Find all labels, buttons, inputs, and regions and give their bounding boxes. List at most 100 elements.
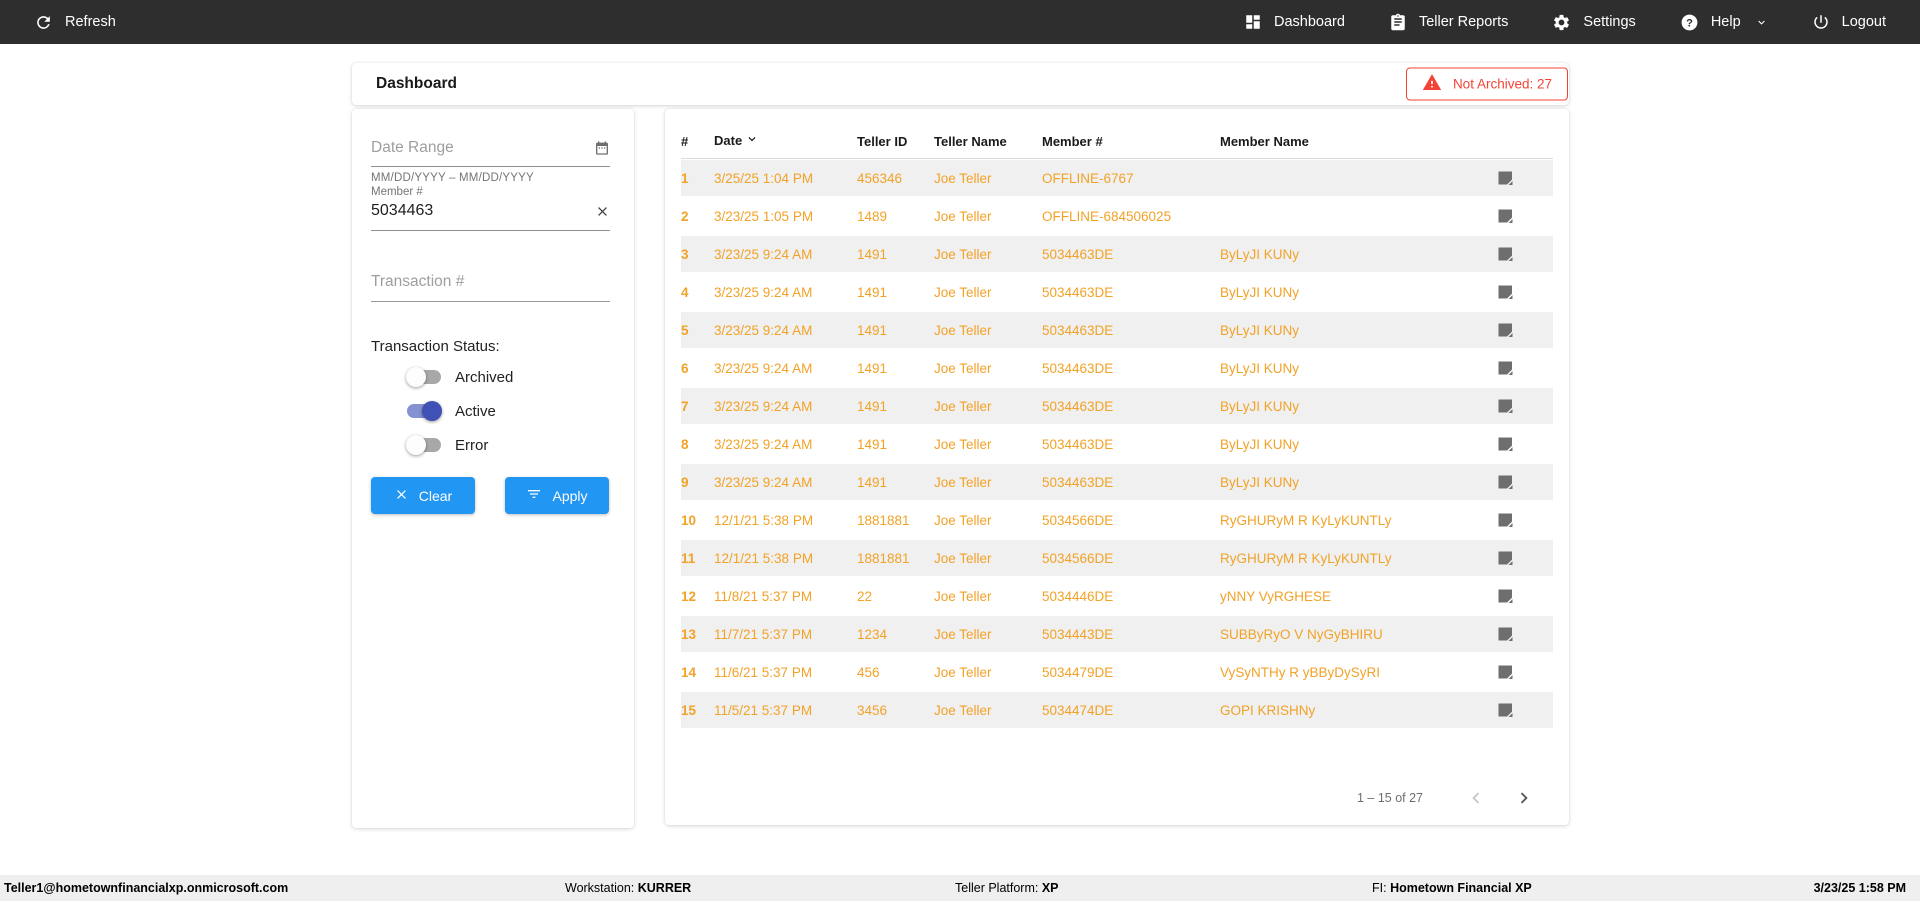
results-table-card: # Date Teller ID Teller Name Member # Me… xyxy=(665,109,1569,825)
table-row[interactable]: 3 3/23/25 9:24 AM 1491 Joe Teller 5034463DE B… xyxy=(681,235,1553,273)
chevron-down-icon xyxy=(1755,16,1768,29)
date-range-input[interactable] xyxy=(371,139,594,157)
table-row[interactable]: 6 3/23/25 9:24 AM 1491 Joe Teller 5034463DE B… xyxy=(681,349,1553,387)
cell-tid: 1491 xyxy=(857,246,888,262)
table-row[interactable]: 10 12/1/21 5:38 PM 1881881 Joe Teller 503456… xyxy=(681,501,1553,539)
note-icon[interactable] xyxy=(1497,474,1514,491)
table-row[interactable]: 2 3/23/25 1:05 PM 1489 Joe Teller OFFLINE-68… xyxy=(681,197,1553,235)
refresh-label: Refresh xyxy=(65,14,116,30)
refresh-button[interactable]: Refresh xyxy=(34,13,116,32)
note-icon[interactable] xyxy=(1497,664,1514,681)
cell-date: 11/8/21 5:37 PM xyxy=(714,588,813,604)
table-row[interactable]: 11 12/1/21 5:38 PM 1881881 Joe Teller 503456… xyxy=(681,539,1553,577)
table-row[interactable]: 5 3/23/25 9:24 AM 1491 Joe Teller 5034463DE B… xyxy=(681,311,1553,349)
date-range-field xyxy=(371,139,610,167)
table-row[interactable]: 1 3/25/25 1:04 PM 456346 Joe Teller OFFLINE-… xyxy=(681,159,1553,197)
table-row[interactable]: 8 3/23/25 9:24 AM 1491 Joe Teller 5034463DE B… xyxy=(681,425,1553,463)
status-timestamp: 3/23/25 1:58 PM xyxy=(1813,881,1906,895)
archived-switch[interactable] xyxy=(406,367,441,387)
gear-icon xyxy=(1552,13,1571,32)
note-icon[interactable] xyxy=(1497,170,1514,187)
col-header-date[interactable]: Date xyxy=(714,132,857,149)
help-icon: ? xyxy=(1680,13,1699,32)
cell-tid: 456 xyxy=(857,664,880,680)
cell-mname: ByLyJI KUNy xyxy=(1220,322,1300,338)
clear-member-icon[interactable] xyxy=(595,204,610,219)
filter-icon xyxy=(526,486,542,505)
error-switch[interactable] xyxy=(406,435,441,455)
table-row[interactable]: 13 11/7/21 5:37 PM 1234 Joe Teller 5034443DE… xyxy=(681,615,1553,653)
table-row[interactable]: 4 3/23/25 9:24 AM 1491 Joe Teller 5034463DE B… xyxy=(681,273,1553,311)
table-row[interactable]: 15 11/5/21 5:37 PM 3456 Joe Teller 5034474DE… xyxy=(681,691,1553,729)
table-row[interactable]: 12 11/8/21 5:37 PM 22 Joe Teller 5034446DE yN… xyxy=(681,577,1553,615)
cell-mname: SUBByRyO V NyGyBHIRU xyxy=(1220,626,1383,642)
cell-mnum: 5034463DE xyxy=(1042,398,1114,414)
cell-tid: 1881881 xyxy=(857,550,910,566)
note-icon[interactable] xyxy=(1497,398,1514,415)
cell-mnum: 5034463DE xyxy=(1042,284,1114,300)
cell-mnum: 5034463DE xyxy=(1042,436,1114,452)
table-row[interactable]: 9 3/23/25 9:24 AM 1491 Joe Teller 5034463DE B… xyxy=(681,463,1553,501)
nav-label-help: Help xyxy=(1710,14,1741,30)
nav-item-dashboard[interactable]: Dashboard xyxy=(1244,13,1345,31)
nav-item-logout[interactable]: Logout xyxy=(1812,13,1886,31)
nav-item-settings[interactable]: Settings xyxy=(1552,13,1636,32)
cell-mnum: 5034463DE xyxy=(1042,246,1114,262)
page-title: Dashboard xyxy=(376,75,457,92)
table-row[interactable]: 7 3/23/25 9:24 AM 1491 Joe Teller 5034463DE B… xyxy=(681,387,1553,425)
apply-button[interactable]: Apply xyxy=(505,477,609,514)
nav-label-teller-reports: Teller Reports xyxy=(1418,14,1509,30)
cell-tid: 1491 xyxy=(857,322,888,338)
note-icon[interactable] xyxy=(1497,436,1514,453)
cell-mname: ByLyJI KUNy xyxy=(1220,436,1300,452)
table-row[interactable]: 14 11/6/21 5:37 PM 456 Joe Teller 5034479DE V… xyxy=(681,653,1553,691)
next-page-button[interactable] xyxy=(1513,787,1535,809)
note-icon[interactable] xyxy=(1497,284,1514,301)
cell-date: 3/23/25 9:24 AM xyxy=(714,322,813,338)
app: Refresh Dashboard Teller Reports Setting… xyxy=(0,0,1920,901)
note-icon[interactable] xyxy=(1497,208,1514,225)
transaction-number-input[interactable] xyxy=(371,273,610,291)
filter-buttons: Clear Apply xyxy=(371,477,610,514)
error-label: Error xyxy=(455,436,489,454)
cell-date: 11/7/21 5:37 PM xyxy=(714,626,813,642)
nav-item-help[interactable]: ? Help xyxy=(1680,13,1768,32)
cell-mnum: 5034463DE xyxy=(1042,360,1114,376)
fi-value: Hometown Financial XP xyxy=(1390,881,1532,895)
platform-label: Teller Platform: xyxy=(955,881,1039,895)
not-archived-badge[interactable]: Not Archived: 27 xyxy=(1405,67,1568,101)
note-icon[interactable] xyxy=(1497,360,1514,377)
cell-mname: ByLyJI KUNy xyxy=(1220,246,1300,262)
calendar-icon[interactable] xyxy=(594,140,610,156)
note-icon[interactable] xyxy=(1497,550,1514,567)
cell-num: 12 xyxy=(681,588,697,604)
nav-item-teller-reports[interactable]: Teller Reports xyxy=(1389,13,1508,31)
workstation-info: Workstation: KURRER xyxy=(565,875,691,901)
cell-num: 2 xyxy=(681,208,689,224)
cell-tid: 22 xyxy=(857,588,873,604)
cell-tname: Joe Teller xyxy=(934,246,992,262)
note-icon[interactable] xyxy=(1497,702,1514,719)
clear-button[interactable]: Clear xyxy=(371,477,475,514)
status-bar: Teller1@hometownfinancialxp.onmicrosoft.… xyxy=(0,875,1920,901)
cell-num: 14 xyxy=(681,664,697,680)
fi-label: FI: xyxy=(1372,881,1387,895)
cell-num: 7 xyxy=(681,398,689,414)
cell-tname: Joe Teller xyxy=(934,626,992,642)
platform-value: XP xyxy=(1041,881,1059,895)
note-icon[interactable] xyxy=(1497,322,1514,339)
note-icon[interactable] xyxy=(1497,626,1514,643)
note-icon[interactable] xyxy=(1497,246,1514,263)
note-icon[interactable] xyxy=(1497,512,1514,529)
cell-mnum: 5034479DE xyxy=(1042,664,1114,680)
cell-mname: ByLyJI KUNy xyxy=(1220,284,1300,300)
close-icon xyxy=(394,487,409,505)
cell-date: 3/23/25 9:24 AM xyxy=(714,246,813,262)
page-header-card: Dashboard Not Archived: 27 xyxy=(352,63,1569,105)
cell-date: 12/1/21 5:38 PM xyxy=(714,550,814,566)
note-icon[interactable] xyxy=(1497,588,1514,605)
member-number-input[interactable] xyxy=(371,202,595,220)
not-archived-label: Not Archived: 27 xyxy=(1452,76,1552,92)
clipboard-icon xyxy=(1389,13,1407,31)
active-switch[interactable] xyxy=(407,401,442,421)
